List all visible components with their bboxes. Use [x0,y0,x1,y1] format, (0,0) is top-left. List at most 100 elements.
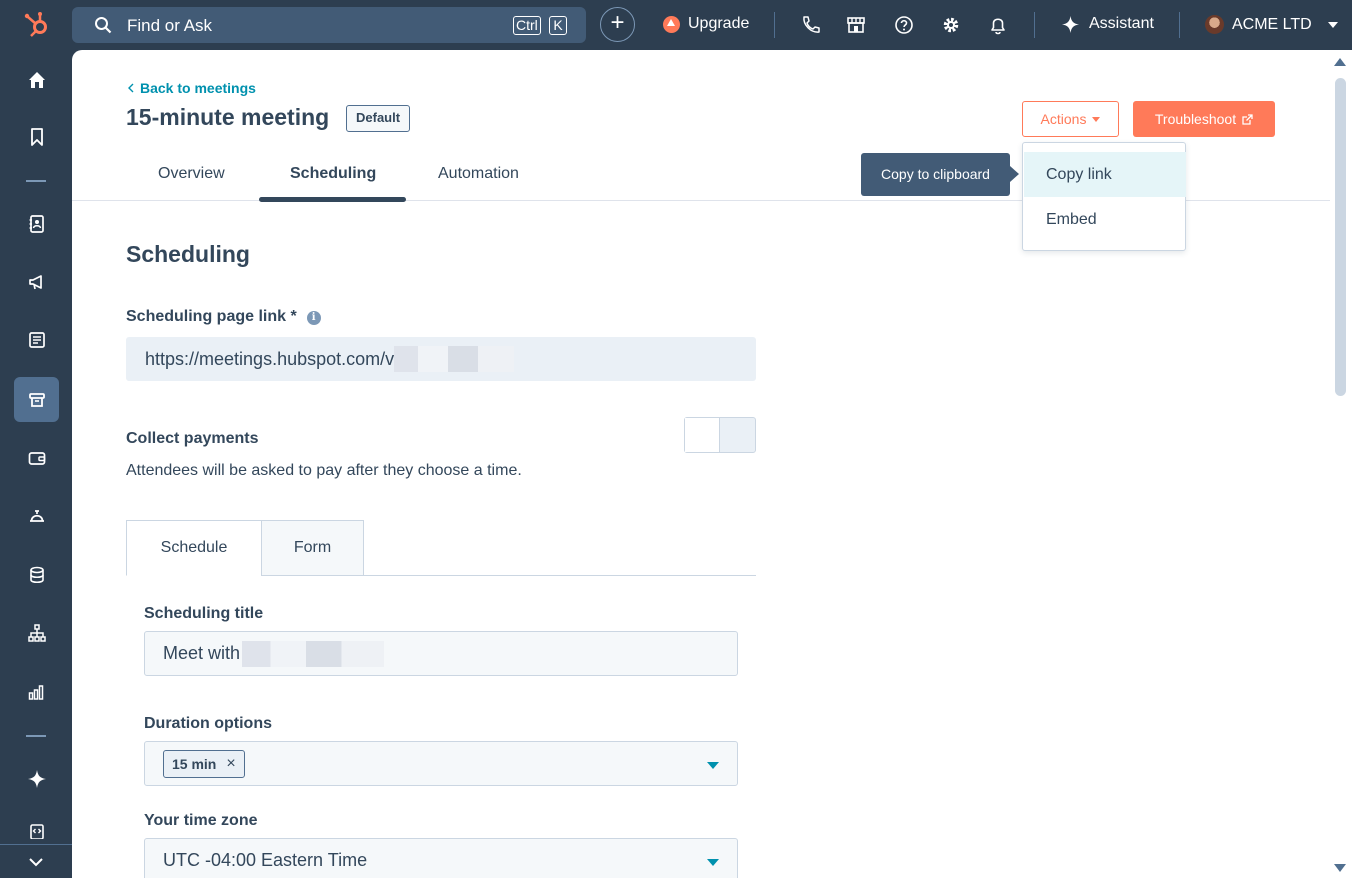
marketplace-icon[interactable] [845,14,867,36]
collect-payments-description: Attendees will be asked to pay after the… [126,462,522,479]
search-placeholder: Find or Ask [127,16,213,35]
assistant-label: Assistant [1089,15,1154,32]
contacts-book-icon [29,214,44,233]
duration-chip-label: 15 min [172,755,217,772]
sidebar-item-contacts[interactable] [14,201,59,246]
scrollbar-thumb[interactable] [1335,78,1346,396]
hubspot-logo-icon[interactable] [22,10,52,40]
page-scrollbar[interactable] [1330,50,1352,878]
remove-chip-icon[interactable]: × [226,755,235,773]
sidebar-item-service[interactable] [14,493,59,538]
dropdown-caret-icon[interactable] [707,859,719,866]
sales-funnel-icon [28,392,45,407]
workflow-icon [27,623,46,642]
sidebar-item-automation[interactable] [14,610,59,655]
divider [1179,12,1180,38]
avatar [1205,15,1224,34]
create-new-button[interactable]: + [600,7,635,42]
troubleshoot-button[interactable]: Troubleshoot [1133,101,1275,137]
scheduling-link-label: Scheduling page link * i [126,308,321,326]
tab-scheduling[interactable]: Scheduling [290,165,376,183]
sidebar-item-data[interactable] [14,552,59,597]
external-link-icon [1242,113,1253,125]
schedule-form-tabs: Schedule Form [126,520,756,576]
database-icon [29,566,44,583]
menu-item-copy-link[interactable]: Copy link [1024,152,1186,197]
dropdown-caret-icon[interactable] [707,762,719,769]
sidebar-expand-button[interactable] [0,844,72,878]
code-file-icon [29,824,44,839]
section-title: Scheduling [126,241,250,267]
actions-label: Actions [1040,111,1087,127]
search-icon [95,17,112,34]
assistant-button[interactable]: Assistant [1062,15,1154,33]
subtab-schedule[interactable]: Schedule [126,520,262,576]
sidebar-divider [26,735,46,737]
sidebar-item-bookmarks[interactable] [14,114,59,159]
scroll-up-arrow-icon[interactable] [1334,58,1346,66]
time-zone-label: Your time zone [144,812,258,829]
sidebar-item-home[interactable] [14,57,59,102]
duration-options-label: Duration options [144,715,272,732]
account-name: ACME LTD [1232,15,1312,33]
back-to-meetings-link[interactable]: Back to meetings [128,80,256,96]
actions-dropdown-menu: Copy link Embed [1022,142,1186,251]
sidebar-item-marketing[interactable] [14,259,59,304]
bookmark-icon [30,127,43,146]
sidebar-divider [26,180,46,182]
main-content-panel: Back to meetings 15-minute meeting Defau… [72,50,1330,878]
home-icon [28,71,45,88]
account-menu[interactable]: ACME LTD [1205,15,1338,34]
tab-automation[interactable]: Automation [438,165,519,183]
upgrade-arrow-icon [663,15,680,33]
upgrade-label: Upgrade [688,15,750,32]
actions-button[interactable]: Actions [1022,101,1119,137]
sparkle-icon [1062,15,1079,33]
sidebar-item-commerce[interactable] [14,435,59,480]
content-icon [28,331,45,348]
sidebar-item-content[interactable] [14,317,59,362]
tab-overview[interactable]: Overview [158,165,225,183]
time-zone-value: UTC -04:00 Eastern Time [163,850,368,870]
k-key-hint: K [549,16,567,35]
scheduling-title-input[interactable]: Meet with [144,631,738,676]
caret-down-icon [1092,116,1101,122]
global-search-bar[interactable]: Find or Ask Ctrl K [72,7,586,43]
sidebar-item-reporting[interactable] [14,669,59,714]
scheduling-link-label-text: Scheduling page link * [126,308,297,325]
chevron-left-icon [128,83,134,93]
redacted-text [242,640,385,667]
sidebar-item-sales[interactable] [14,377,59,422]
duration-options-select[interactable]: 15 min × [144,741,738,786]
page-title: 15-minute meeting [126,104,330,130]
help-icon[interactable] [893,14,915,36]
ctrl-key-hint: Ctrl [513,16,541,35]
active-tab-indicator [259,197,406,202]
time-zone-select[interactable]: UTC -04:00 Eastern Time [144,838,738,878]
troubleshoot-label: Troubleshoot [1154,111,1237,127]
subtab-form[interactable]: Form [261,520,364,576]
phone-icon[interactable] [799,14,821,36]
chevron-down-icon [29,857,43,866]
scheduling-link-value: https://meetings.hubspot.com/v [145,348,395,369]
sidebar-item-ai[interactable] [14,756,59,801]
collect-payments-toggle[interactable] [684,417,756,453]
info-icon[interactable]: i [306,311,321,325]
redacted-text [394,346,515,372]
collect-payments-label: Collect payments [126,430,259,447]
notifications-bell-icon[interactable] [987,14,1009,36]
chevron-down-icon [1327,21,1338,28]
divider [1034,12,1035,38]
sparkle-icon [27,769,46,788]
scheduling-title-value: Meet with [163,643,241,663]
top-navigation-bar: Find or Ask Ctrl K + Upgrade Assistant A… [0,0,1352,50]
toggle-knob [685,418,720,452]
upgrade-button[interactable]: Upgrade [663,15,749,33]
menu-item-embed[interactable]: Embed [1024,197,1186,242]
scheduling-link-field[interactable]: https://meetings.hubspot.com/v [126,337,756,381]
settings-gear-icon[interactable] [940,14,962,36]
bar-chart-icon [28,684,43,700]
wallet-icon [28,451,45,465]
scroll-down-arrow-icon[interactable] [1334,864,1346,872]
sidebar-item-development[interactable] [14,814,59,844]
